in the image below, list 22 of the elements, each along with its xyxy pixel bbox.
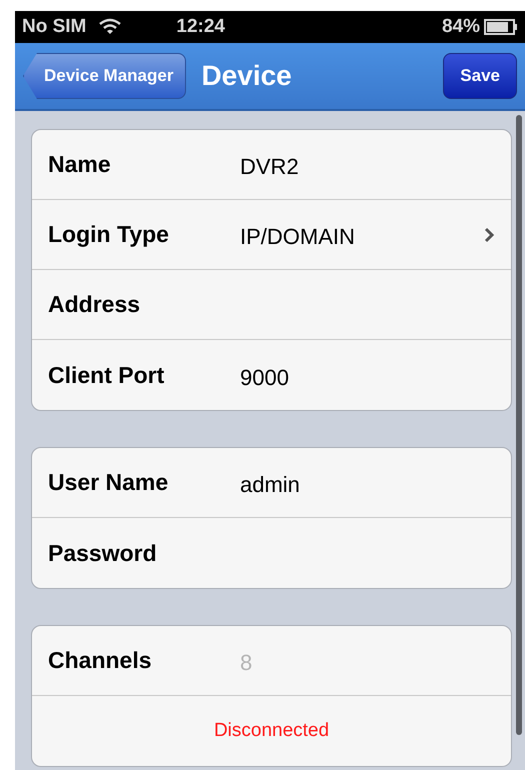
field-value[interactable]: admin (240, 468, 300, 501)
field-value: 8 (240, 649, 252, 677)
carrier-label: No SIM (22, 14, 86, 39)
select-value[interactable]: IP/DOMAIN (240, 220, 355, 253)
connection-status: Disconnected (214, 718, 330, 743)
field-label: Client Port (48, 360, 166, 390)
field-label: Login Type (48, 220, 170, 250)
battery-percent: 84% (442, 14, 480, 39)
back-button[interactable]: Device Manager (23, 53, 186, 99)
save-button[interactable]: Save (443, 53, 517, 99)
field-label: Password (48, 538, 158, 568)
clock-time: 12:24 (176, 14, 225, 39)
field-value[interactable]: 9000 (240, 360, 289, 394)
field-label: User Name (48, 468, 170, 498)
wifi-icon (98, 18, 122, 36)
field-label: Address (48, 290, 142, 320)
field-label: Channels (48, 646, 153, 676)
field-value[interactable]: DVR2 (240, 150, 299, 183)
screen-title: Device (201, 59, 292, 93)
chevron-icon (483, 226, 495, 242)
field-label: Name (48, 150, 112, 180)
battery-icon (484, 19, 518, 35)
